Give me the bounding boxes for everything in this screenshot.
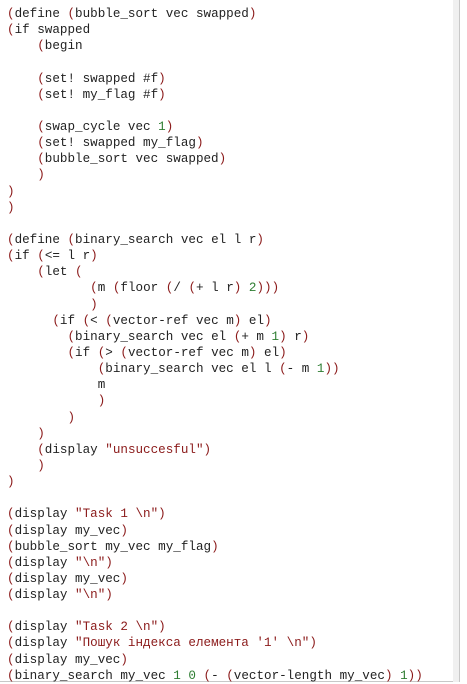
code-line[interactable]: ) — [7, 474, 459, 490]
code-line[interactable]: (set! swapped #f) — [7, 71, 459, 87]
code-line[interactable]: (bubble_sort my_vec my_flag) — [7, 539, 459, 555]
code-line[interactable]: (set! swapped my_flag) — [7, 135, 459, 151]
code-line[interactable]: ) — [7, 297, 459, 313]
code-line[interactable]: ) — [7, 393, 459, 409]
code-line[interactable]: (binary_search my_vec 1 0 (- (vector-len… — [7, 668, 459, 684]
code-line[interactable]: (bubble_sort vec swapped) — [7, 151, 459, 167]
code-line[interactable]: (define (binary_search vec el l r) — [7, 232, 459, 248]
code-line[interactable]: (display "Task 1 \n") — [7, 506, 459, 522]
code-line[interactable]: ​ — [7, 54, 459, 70]
code-line[interactable]: m — [7, 377, 459, 393]
code-line[interactable]: (display "unsuccesful") — [7, 442, 459, 458]
code-line[interactable]: (display "Пошук індекса елемента '1' \n"… — [7, 635, 459, 651]
code-line[interactable]: (display "\n") — [7, 587, 459, 603]
code-line[interactable]: (binary_search vec el (+ m 1) r) — [7, 329, 459, 345]
code-line[interactable]: ​ — [7, 603, 459, 619]
code-line[interactable]: ) — [7, 184, 459, 200]
code-line[interactable]: (if (< (vector-ref vec m) el) — [7, 313, 459, 329]
code-line[interactable]: (display "\n") — [7, 555, 459, 571]
code-line[interactable]: ) — [7, 458, 459, 474]
code-line[interactable]: (swap_cycle vec 1) — [7, 119, 459, 135]
code-line[interactable]: ) — [7, 410, 459, 426]
code-line[interactable]: (display my_vec) — [7, 523, 459, 539]
code-line[interactable]: (if (<= l r) — [7, 248, 459, 264]
code-text-area[interactable]: (define (bubble_sort vec swapped) (if swa… — [0, 0, 459, 684]
code-line[interactable]: (m (floor (/ (+ l r) 2))) — [7, 280, 459, 296]
code-line[interactable]: ) — [7, 426, 459, 442]
code-line[interactable]: ) — [7, 200, 459, 216]
code-line[interactable]: (let ( — [7, 264, 459, 280]
vertical-scrollbar[interactable] — [453, 0, 459, 682]
code-line[interactable]: (display my_vec) — [7, 571, 459, 587]
code-line[interactable]: (if (> (vector-ref vec m) el) — [7, 345, 459, 361]
code-line[interactable]: (set! my_flag #f) — [7, 87, 459, 103]
code-editor[interactable]: (define (bubble_sort vec swapped) (if swa… — [0, 0, 460, 684]
code-line[interactable]: (display "Task 2 \n") — [7, 619, 459, 635]
code-line[interactable]: (if swapped — [7, 22, 459, 38]
code-line[interactable]: ​ — [7, 490, 459, 506]
code-line[interactable]: (display my_vec) — [7, 652, 459, 668]
code-line[interactable]: ​ — [7, 103, 459, 119]
code-line[interactable]: ​ — [7, 216, 459, 232]
code-line[interactable]: (begin — [7, 38, 459, 54]
code-line[interactable]: ) — [7, 167, 459, 183]
code-line[interactable]: (define (bubble_sort vec swapped) — [7, 6, 459, 22]
code-line[interactable]: (binary_search vec el l (- m 1)) — [7, 361, 459, 377]
